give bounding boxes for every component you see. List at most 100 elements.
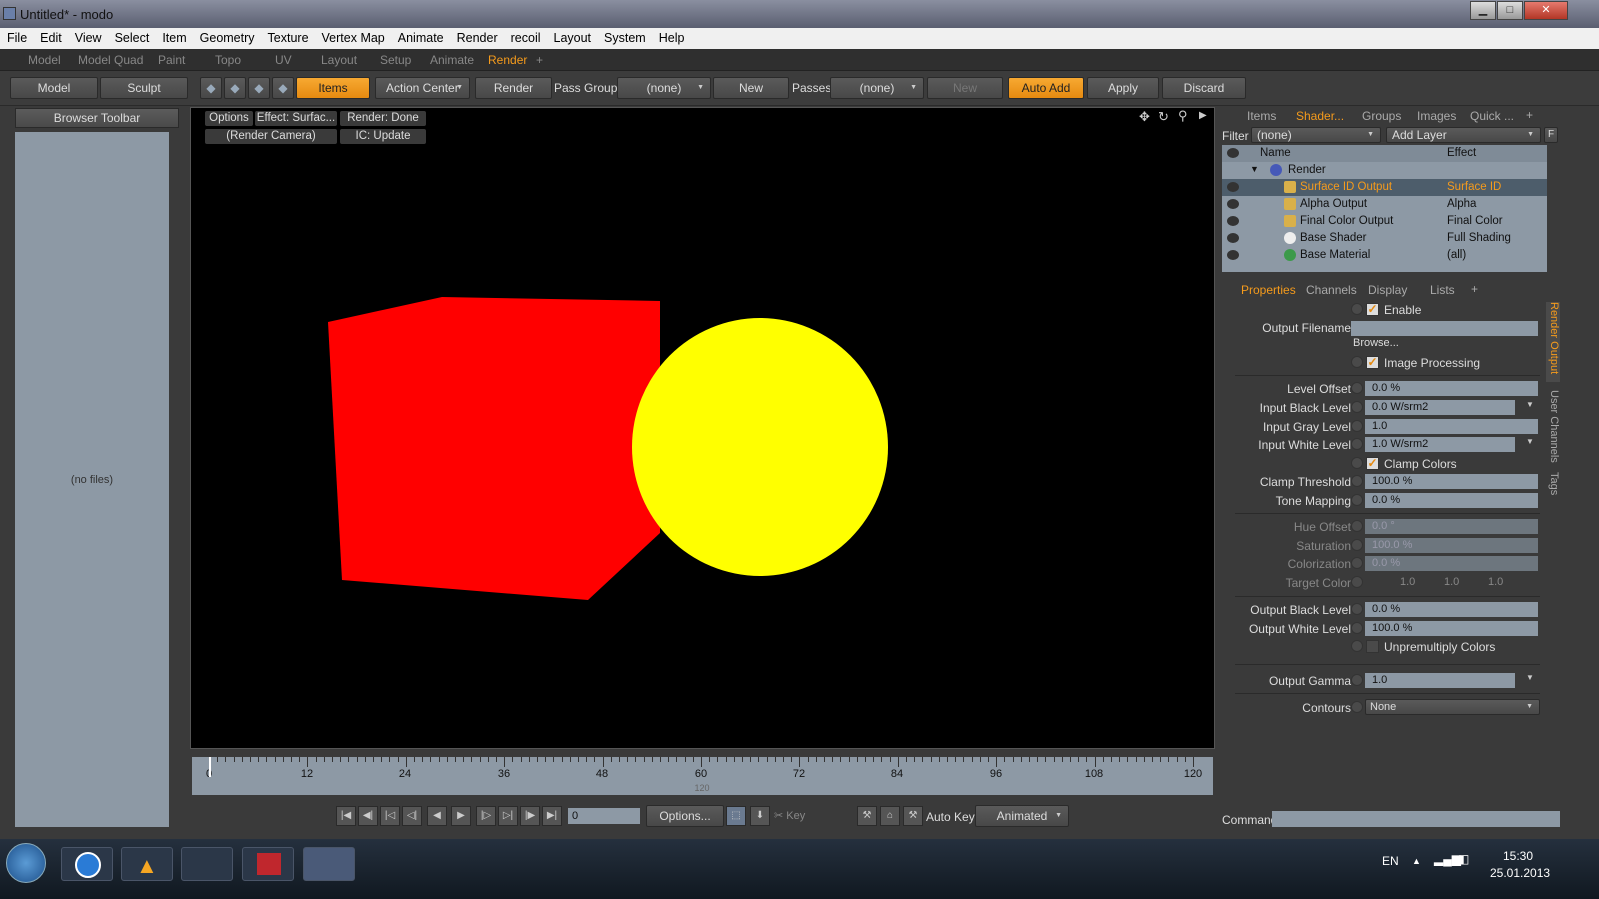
output-filename-field[interactable] bbox=[1351, 321, 1538, 336]
tree-row-base-shader[interactable]: Base Shader Full Shading bbox=[1222, 230, 1547, 247]
eye-icon[interactable] bbox=[1227, 182, 1239, 192]
language-indicator[interactable]: EN bbox=[1382, 854, 1399, 868]
hue-offset-knob[interactable] bbox=[1351, 520, 1363, 532]
hue-offset-field[interactable]: 0.0 ° bbox=[1365, 519, 1538, 534]
tab-topo[interactable]: Topo bbox=[215, 53, 241, 67]
menu-view[interactable]: View bbox=[68, 28, 108, 45]
input-black-level-field[interactable]: 0.0 W/srm2 bbox=[1365, 400, 1515, 415]
sculpt-button[interactable]: Sculpt bbox=[100, 77, 188, 99]
input-black-dropdown-icon[interactable]: ▼ bbox=[1526, 400, 1534, 409]
new-pass-button[interactable]: New bbox=[927, 77, 1003, 99]
step-back-icon[interactable]: ◁| bbox=[402, 806, 422, 826]
tone-mapping-field[interactable]: 0.0 % bbox=[1365, 493, 1538, 508]
maxthon-browser-icon[interactable] bbox=[61, 847, 113, 881]
command-input[interactable] bbox=[1272, 811, 1560, 827]
menu-vertex-map[interactable]: Vertex Map bbox=[315, 28, 391, 45]
render-button[interactable]: Render bbox=[475, 77, 552, 99]
image-processing-checkbox[interactable]: ✓ bbox=[1366, 356, 1379, 369]
level-offset-knob[interactable] bbox=[1351, 382, 1363, 394]
menu-animate[interactable]: Animate bbox=[391, 28, 450, 45]
aimp-icon[interactable]: ▲ bbox=[121, 847, 173, 881]
target-color-knob[interactable] bbox=[1351, 576, 1363, 588]
go-to-end-icon[interactable]: ▶| bbox=[542, 806, 562, 826]
menu-recoil[interactable]: recoil bbox=[504, 28, 547, 45]
colorization-field[interactable]: 0.0 % bbox=[1365, 556, 1538, 571]
step-forward-icon[interactable]: |▷ bbox=[476, 806, 496, 826]
clock-time[interactable]: 15:30 bbox=[1503, 849, 1533, 863]
tab-display[interactable]: Display bbox=[1368, 283, 1407, 297]
tree-row-final-color[interactable]: Final Color Output Final Color bbox=[1222, 213, 1547, 230]
tab-animate[interactable]: Animate bbox=[430, 53, 474, 67]
output-gamma-knob[interactable] bbox=[1351, 674, 1363, 686]
modo-taskbar-icon[interactable] bbox=[303, 847, 355, 881]
file-list[interactable]: (no files) bbox=[15, 132, 169, 827]
filter-dropdown[interactable]: (none) bbox=[1251, 127, 1381, 143]
edges-mode-icon[interactable]: ◆ bbox=[224, 77, 246, 99]
input-white-level-field[interactable]: 1.0 W/srm2 bbox=[1365, 437, 1515, 452]
side-tab-render-output[interactable]: Render Output bbox=[1546, 302, 1560, 382]
auto-key-label[interactable]: Auto Key bbox=[926, 810, 975, 824]
clock-date[interactable]: 25.01.2013 bbox=[1490, 866, 1550, 880]
level-offset-field[interactable]: 0.0 % bbox=[1365, 381, 1538, 396]
colorization-knob[interactable] bbox=[1351, 557, 1363, 569]
timeline-ruler[interactable]: 0 12 24 36 48 60 72 84 96 108 120 120 bbox=[192, 757, 1213, 795]
eye-icon[interactable] bbox=[1227, 216, 1239, 226]
menu-render[interactable]: Render bbox=[450, 28, 504, 45]
tab-uv[interactable]: UV bbox=[275, 53, 292, 67]
output-white-level-knob[interactable] bbox=[1351, 622, 1363, 634]
tray-arrow-icon[interactable]: ▲ bbox=[1412, 856, 1421, 866]
start-button-icon[interactable] bbox=[6, 843, 46, 883]
contours-dropdown[interactable]: None bbox=[1365, 699, 1540, 715]
tab-paint[interactable]: Paint bbox=[158, 53, 185, 67]
menu-layout[interactable]: Layout bbox=[547, 28, 598, 45]
browse-button[interactable]: Browse... bbox=[1351, 337, 1538, 351]
tab-properties[interactable]: Properties bbox=[1241, 283, 1296, 297]
maximize-button[interactable]: □ bbox=[1497, 1, 1523, 20]
playhead[interactable] bbox=[209, 757, 211, 777]
key-tool-icon[interactable]: ⚒ bbox=[857, 806, 877, 826]
shader-tree[interactable]: Name Effect ▼ Render Surface ID Output S… bbox=[1222, 145, 1547, 272]
tree-row-surface-id[interactable]: Surface ID Output Surface ID bbox=[1222, 179, 1547, 196]
transport-options-button[interactable]: Options... bbox=[646, 805, 724, 827]
auto-key-icon[interactable]: ⚒ bbox=[903, 806, 923, 826]
new-pass-group-button[interactable]: New bbox=[713, 77, 789, 99]
menu-edit[interactable]: Edit bbox=[33, 28, 68, 45]
volume-icon[interactable]: ◧ bbox=[1458, 852, 1469, 866]
tab-model-quad[interactable]: Model Quad bbox=[78, 53, 143, 67]
expand-arrow-icon[interactable]: ▼ bbox=[1250, 164, 1259, 174]
tone-mapping-knob[interactable] bbox=[1351, 494, 1363, 506]
output-black-level-field[interactable]: 0.0 % bbox=[1365, 602, 1538, 617]
pass-groups-dropdown[interactable]: (none) bbox=[617, 77, 711, 99]
set-key-icon[interactable]: ⬇ bbox=[750, 806, 770, 826]
tab-channels[interactable]: Channels bbox=[1306, 283, 1357, 297]
input-gray-level-knob[interactable] bbox=[1351, 420, 1363, 432]
previous-key-alt-icon[interactable]: |◁ bbox=[380, 806, 400, 826]
clamp-colors-knob[interactable] bbox=[1351, 457, 1363, 469]
vertices-mode-icon[interactable]: ◆ bbox=[200, 77, 222, 99]
materials-mode-icon[interactable]: ◆ bbox=[272, 77, 294, 99]
contours-knob[interactable] bbox=[1351, 701, 1363, 713]
next-key-icon[interactable]: ▷| bbox=[498, 806, 518, 826]
network-icon[interactable]: ▂▄▆ bbox=[1434, 852, 1461, 866]
animated-dropdown[interactable]: Animated bbox=[975, 805, 1069, 827]
input-white-dropdown-icon[interactable]: ▼ bbox=[1526, 437, 1534, 446]
close-button[interactable]: ✕ bbox=[1524, 1, 1568, 20]
polygons-mode-icon[interactable]: ◆ bbox=[248, 77, 270, 99]
go-to-start-icon[interactable]: |◀ bbox=[336, 806, 356, 826]
output-gamma-field[interactable]: 1.0 bbox=[1365, 673, 1515, 688]
action-center-dropdown[interactable]: Action Center bbox=[375, 77, 470, 99]
menu-texture[interactable]: Texture bbox=[261, 28, 315, 45]
autocad-icon[interactable] bbox=[242, 847, 294, 881]
clamp-threshold-field[interactable]: 100.0 % bbox=[1365, 474, 1538, 489]
add-props-tab-button[interactable]: + bbox=[1471, 282, 1478, 296]
saturation-field[interactable]: 100.0 % bbox=[1365, 538, 1538, 553]
menu-select[interactable]: Select bbox=[108, 28, 156, 45]
f-button[interactable]: F bbox=[1544, 127, 1558, 143]
output-gamma-dropdown-icon[interactable]: ▼ bbox=[1526, 673, 1534, 682]
menu-item[interactable]: Item bbox=[155, 28, 192, 45]
menu-file[interactable]: File bbox=[0, 28, 33, 45]
menu-geometry[interactable]: Geometry bbox=[193, 28, 261, 45]
target-color-g[interactable]: 1.0 bbox=[1444, 576, 1459, 588]
apply-button[interactable]: Apply bbox=[1087, 77, 1159, 99]
play-backward-icon[interactable]: ◀ bbox=[427, 806, 447, 826]
